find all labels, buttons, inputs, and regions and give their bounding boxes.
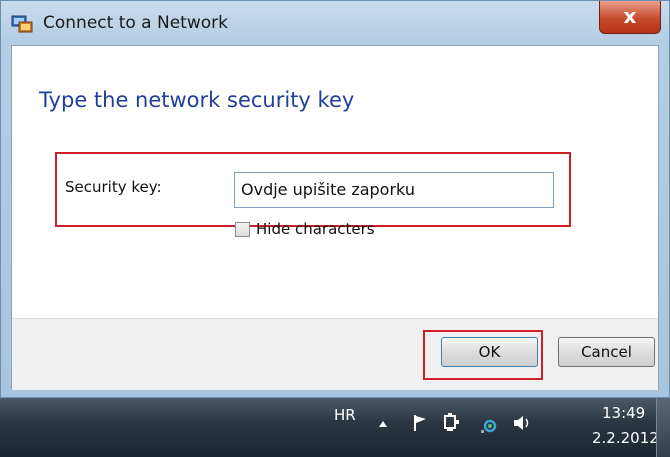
cancel-button[interactable]: Cancel bbox=[558, 337, 655, 367]
title-bar[interactable]: Connect to a Network x bbox=[1, 1, 669, 45]
security-key-label: Security key: bbox=[65, 178, 162, 196]
ok-button-highlight bbox=[423, 330, 543, 380]
dialog-body: Type the network security key Security k… bbox=[11, 45, 659, 390]
safely-remove-hardware-icon[interactable] bbox=[443, 412, 461, 432]
clock-time[interactable]: 13:49 bbox=[602, 404, 645, 422]
window-title: Connect to a Network bbox=[43, 13, 228, 33]
connect-to-network-window: Connect to a Network x Type the network … bbox=[0, 0, 670, 398]
language-indicator[interactable]: HR bbox=[334, 406, 356, 424]
show-hidden-icons-arrow-icon[interactable] bbox=[378, 420, 388, 428]
volume-icon[interactable] bbox=[512, 414, 532, 432]
show-desktop-button[interactable] bbox=[656, 398, 670, 457]
network-icon[interactable] bbox=[480, 416, 498, 434]
network-app-icon bbox=[11, 15, 33, 33]
dialog-footer: OK Cancel bbox=[12, 318, 658, 390]
taskbar: HR 13:49 2.2.2012. bbox=[0, 398, 670, 457]
security-key-input[interactable]: Ovdje upišite zaporku bbox=[234, 172, 554, 208]
dialog-heading: Type the network security key bbox=[39, 88, 355, 112]
close-button[interactable]: x bbox=[599, 1, 661, 34]
hide-characters-checkbox[interactable] bbox=[235, 222, 250, 237]
clock-date[interactable]: 2.2.2012. bbox=[592, 429, 664, 447]
action-center-flag-icon[interactable] bbox=[412, 414, 428, 432]
hide-characters-label[interactable]: Hide characters bbox=[256, 220, 375, 238]
